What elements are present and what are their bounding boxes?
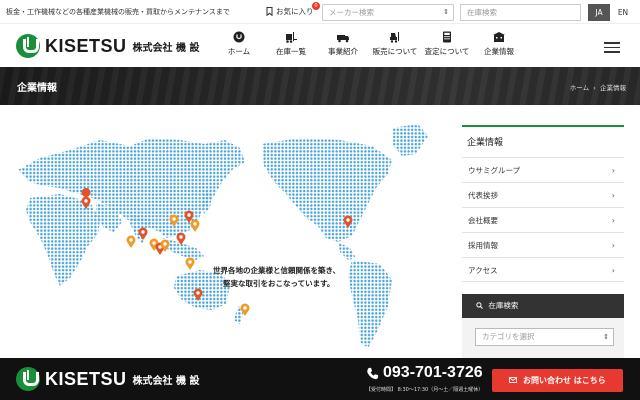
- nav-stock-label: 在庫一覧: [276, 47, 306, 56]
- sidebar-item-overview[interactable]: 会社概要 ›: [462, 207, 624, 232]
- footer-brand-company: 株式会社 機 設: [132, 375, 200, 387]
- chevron-right-icon: ›: [611, 241, 615, 250]
- maker-search-select[interactable]: メーカー検索 ⇕: [322, 4, 454, 21]
- lang-ja-button[interactable]: JA: [588, 4, 610, 21]
- landmass-greenland: [392, 124, 428, 156]
- home-logo-icon: [233, 31, 245, 43]
- lang-en-button[interactable]: EN: [612, 4, 634, 21]
- phone-number[interactable]: 093-701-3726: [366, 364, 483, 382]
- sidebar-item-access[interactable]: アクセス ›: [462, 257, 624, 282]
- sidebar-item-recruit[interactable]: 採用情報 ›: [462, 232, 624, 257]
- site-logo[interactable]: KISETSU 株式会社 機 設: [16, 34, 199, 58]
- category-select[interactable]: カテゴリを選択 ⇕: [475, 328, 614, 346]
- phone-icon: [367, 367, 379, 379]
- map-caption: 世界各地の企業様と信頼関係を築き、 堅実な取引をおこなっています。: [213, 264, 340, 290]
- nav-sales-label: 販売について: [372, 47, 418, 56]
- pin-indonesia: [185, 257, 195, 270]
- main-nav: ホーム 在庫一覧 事業紹介 販売について 査定について 企業情報: [214, 31, 526, 57]
- stock-search-placeholder: 在庫検索: [467, 8, 497, 17]
- nav-business-label: 事業紹介: [328, 47, 358, 56]
- chevron-right-icon: ›: [611, 266, 615, 275]
- footer-logo[interactable]: KISETSU 株式会社 機 設: [16, 367, 199, 391]
- nav-business[interactable]: 事業紹介: [318, 31, 368, 57]
- kisetsu-logo-icon: [16, 34, 40, 58]
- business-hours: 【受付時間】 8:30〜17:30（月〜土／隔週土曜休）: [366, 387, 484, 393]
- chevron-right-icon: ›: [611, 216, 615, 225]
- site-header: KISETSU 株式会社 機 設 ホーム 在庫一覧 事業紹介 販売について 査定…: [0, 25, 640, 67]
- sidebar-item-label: ウサミグループ: [468, 166, 521, 175]
- nav-appraisal-label: 査定について: [424, 47, 470, 56]
- top-utility-bar: 板金・工作機械などの各種産業機械の販売・買取からメンテナンスまで お気に入り 0…: [0, 0, 640, 24]
- kisetsu-logo-icon: [16, 367, 40, 391]
- continents: [18, 124, 428, 348]
- maker-search-placeholder: メーカー検索: [329, 8, 374, 17]
- updown-arrows-icon: ⇕: [443, 8, 449, 16]
- search-icon: [476, 302, 483, 309]
- sidebar-item-label: 採用情報: [468, 241, 498, 250]
- stock-search-input[interactable]: 在庫検索: [460, 4, 581, 21]
- brand-name: KISETSU: [45, 35, 127, 56]
- landmass-africa: [26, 194, 100, 286]
- favorites-label: お気に入り: [276, 7, 314, 16]
- pin-japan: [190, 219, 200, 232]
- brand-company: 株式会社 機 設: [132, 42, 200, 54]
- truck-icon: [337, 35, 349, 43]
- category-select-placeholder: カテゴリを選択: [482, 332, 535, 341]
- updown-arrows-icon: ⇕: [603, 333, 609, 341]
- footer-brand-name: KISETSU: [45, 368, 127, 389]
- map-caption-line1: 世界各地の企業様と信頼関係を築き、: [213, 266, 340, 275]
- favorites-link[interactable]: お気に入り 0: [266, 2, 320, 17]
- nav-appraisal[interactable]: 査定について: [422, 31, 472, 57]
- landmass-central-america: [338, 242, 356, 260]
- nav-home[interactable]: ホーム: [214, 31, 264, 57]
- sidebar: 企業情報 ウサミグループ › 代表挨拶 › 会社概要 › 採用情報 › アクセス…: [462, 125, 624, 282]
- page-banner: 企業情報 ホーム › 企業情報: [0, 67, 640, 105]
- landmass-south-america: [348, 260, 392, 348]
- site-tagline: 板金・工作機械などの各種産業機械の販売・買取からメンテナンスまで: [6, 8, 230, 16]
- sidebar-stock-search-title: 在庫検索: [488, 301, 519, 310]
- calculator-icon: [443, 31, 451, 43]
- breadcrumb-separator: ›: [593, 84, 596, 92]
- sidebar-item-label: 代表挨拶: [468, 191, 498, 200]
- sidebar-stock-search-header: 在庫検索: [462, 294, 624, 318]
- page-title: 企業情報: [17, 83, 57, 94]
- chevron-right-icon: ›: [611, 191, 615, 200]
- world-map: [18, 124, 428, 348]
- favorites-count-badge: 0: [312, 2, 320, 10]
- nav-company-label: 企業情報: [484, 47, 514, 56]
- sidebar-item-label: 会社概要: [468, 216, 498, 225]
- forklift-icon: [286, 32, 297, 43]
- contact-button[interactable]: お問い合わせ はこちら: [492, 369, 623, 392]
- nav-stock[interactable]: 在庫一覧: [266, 31, 316, 57]
- building-icon: [493, 32, 505, 42]
- chevron-right-icon: ›: [611, 166, 615, 175]
- sidebar-item-label: アクセス: [468, 266, 498, 275]
- sidebar-title: 企業情報: [462, 125, 624, 157]
- pin-middle-east: [126, 235, 136, 248]
- forklift-sale-icon: [390, 32, 399, 43]
- nav-home-label: ホーム: [227, 47, 251, 56]
- sidebar-item-group[interactable]: ウサミグループ ›: [462, 157, 624, 182]
- menu-hamburger-icon[interactable]: [604, 42, 620, 53]
- breadcrumb-home[interactable]: ホーム: [570, 84, 589, 92]
- nav-company[interactable]: 企業情報: [474, 31, 524, 57]
- nav-sales[interactable]: 販売について: [370, 31, 420, 57]
- map-caption-line2: 堅実な取引をおこなっています。: [223, 279, 335, 288]
- bookmark-icon: [266, 7, 273, 16]
- landmass-north-america: [262, 138, 392, 242]
- phone-number-text: 093-701-3726: [383, 364, 483, 381]
- breadcrumb: ホーム › 企業情報: [570, 82, 626, 92]
- mail-icon: [509, 377, 518, 383]
- contact-button-label: お問い合わせ はこちら: [523, 376, 606, 385]
- sidebar-item-greeting[interactable]: 代表挨拶 ›: [462, 182, 624, 207]
- breadcrumb-current: 企業情報: [600, 84, 626, 92]
